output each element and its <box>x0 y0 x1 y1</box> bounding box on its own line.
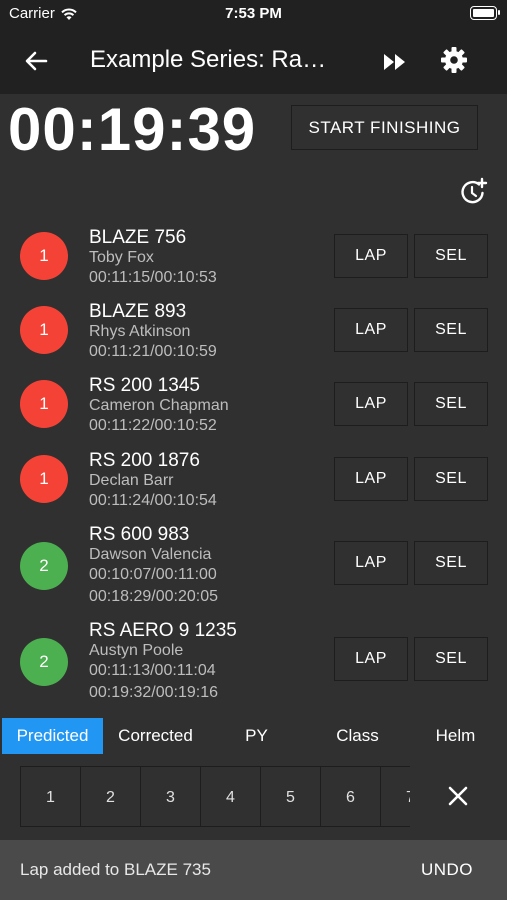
lap-number-key[interactable]: 4 <box>200 767 260 826</box>
start-finishing-button[interactable]: START FINISHING <box>291 105 478 150</box>
lap-number-key[interactable]: 3 <box>140 767 200 826</box>
status-time: 7:53 PM <box>225 5 282 22</box>
boat-name: RS 600 983 <box>89 524 190 545</box>
select-button[interactable]: SEL <box>414 637 488 681</box>
helm-name: Declan Barr <box>89 472 174 489</box>
lap-button[interactable]: LAP <box>334 457 408 501</box>
lap-time: 00:11:15/00:10:53 <box>89 269 217 286</box>
snackbar: Lap added to BLAZE 735 UNDO <box>0 840 507 900</box>
lap-number-key[interactable]: 6 <box>320 767 380 826</box>
tab-label: Corrected <box>118 726 193 745</box>
select-button[interactable]: SEL <box>414 234 488 278</box>
page-title: Example Series: Ra… <box>90 46 327 73</box>
lap-time: 00:11:22/00:10:52 <box>89 417 217 434</box>
helm-name: Austyn Poole <box>89 642 184 659</box>
battery-icon <box>470 6 500 20</box>
lap-number-key[interactable]: 2 <box>80 767 140 826</box>
helm-name: Toby Fox <box>89 249 154 266</box>
select-button[interactable]: SEL <box>414 541 488 585</box>
tab-class[interactable]: Class <box>307 718 408 754</box>
lap-time: 00:18:29/00:20:05 <box>89 588 219 605</box>
lap-button[interactable]: LAP <box>334 637 408 681</box>
undo-button[interactable]: UNDO <box>421 860 473 880</box>
tab-helm[interactable]: Helm <box>405 718 506 754</box>
select-button[interactable]: SEL <box>414 457 488 501</box>
lap-count-badge: 1 <box>20 455 68 503</box>
boat-name: BLAZE 756 <box>89 227 187 248</box>
close-icon[interactable] <box>443 781 473 811</box>
tab-py[interactable]: PY <box>206 718 307 754</box>
helm-name: Cameron Chapman <box>89 397 229 414</box>
boat-name: RS 200 1345 <box>89 375 200 396</box>
lap-count-badge: 1 <box>20 306 68 354</box>
add-clock-icon[interactable] <box>457 176 489 208</box>
boat-name: RS 200 1876 <box>89 450 200 471</box>
lap-number-key[interactable]: 5 <box>260 767 320 826</box>
lap-button[interactable]: LAP <box>334 382 408 426</box>
gear-icon[interactable] <box>437 43 471 77</box>
lap-time: 00:10:07/00:11:00 <box>89 566 217 583</box>
lap-number-selector: 1234567 <box>20 766 410 827</box>
tab-label: PY <box>245 726 268 745</box>
lap-time: 00:11:24/00:10:54 <box>89 492 217 509</box>
helm-name: Rhys Atkinson <box>89 323 191 340</box>
lap-count-badge: 2 <box>20 638 68 686</box>
back-arrow-icon[interactable] <box>20 45 52 77</box>
tab-label: Helm <box>435 726 476 745</box>
app-bar: Example Series: Ra… <box>0 28 507 94</box>
sort-tabs: Predicted Corrected PY Class Helm <box>0 718 507 754</box>
lap-time: 00:11:13/00:11:04 <box>89 662 216 679</box>
lap-time: 00:19:32/00:19:16 <box>89 684 219 701</box>
lap-count-badge: 1 <box>20 232 68 280</box>
select-button[interactable]: SEL <box>414 382 488 426</box>
lap-number-key[interactable]: 1 <box>20 767 80 826</box>
lap-button[interactable]: LAP <box>334 308 408 352</box>
lap-count-badge: 2 <box>20 542 68 590</box>
boat-name: BLAZE 893 <box>89 301 187 322</box>
fast-forward-icon[interactable] <box>378 45 412 79</box>
tab-label: Class <box>336 726 379 745</box>
tab-corrected[interactable]: Corrected <box>105 718 206 754</box>
boat-name: RS AERO 9 1235 <box>89 620 237 641</box>
tab-predicted[interactable]: Predicted <box>2 718 103 754</box>
helm-name: Dawson Valencia <box>89 546 212 563</box>
lap-button[interactable]: LAP <box>334 541 408 585</box>
tab-label: Predicted <box>16 726 89 745</box>
select-button[interactable]: SEL <box>414 308 488 352</box>
lap-time: 00:11:21/00:10:59 <box>89 343 217 360</box>
lap-button[interactable]: LAP <box>334 234 408 278</box>
status-bar: Carrier 7:53 PM <box>0 0 507 28</box>
lap-number-key[interactable]: 7 <box>380 767 410 826</box>
lap-count-badge: 1 <box>20 380 68 428</box>
snackbar-message: Lap added to BLAZE 735 <box>20 860 211 879</box>
race-clock: 00:19:39 <box>8 96 257 163</box>
